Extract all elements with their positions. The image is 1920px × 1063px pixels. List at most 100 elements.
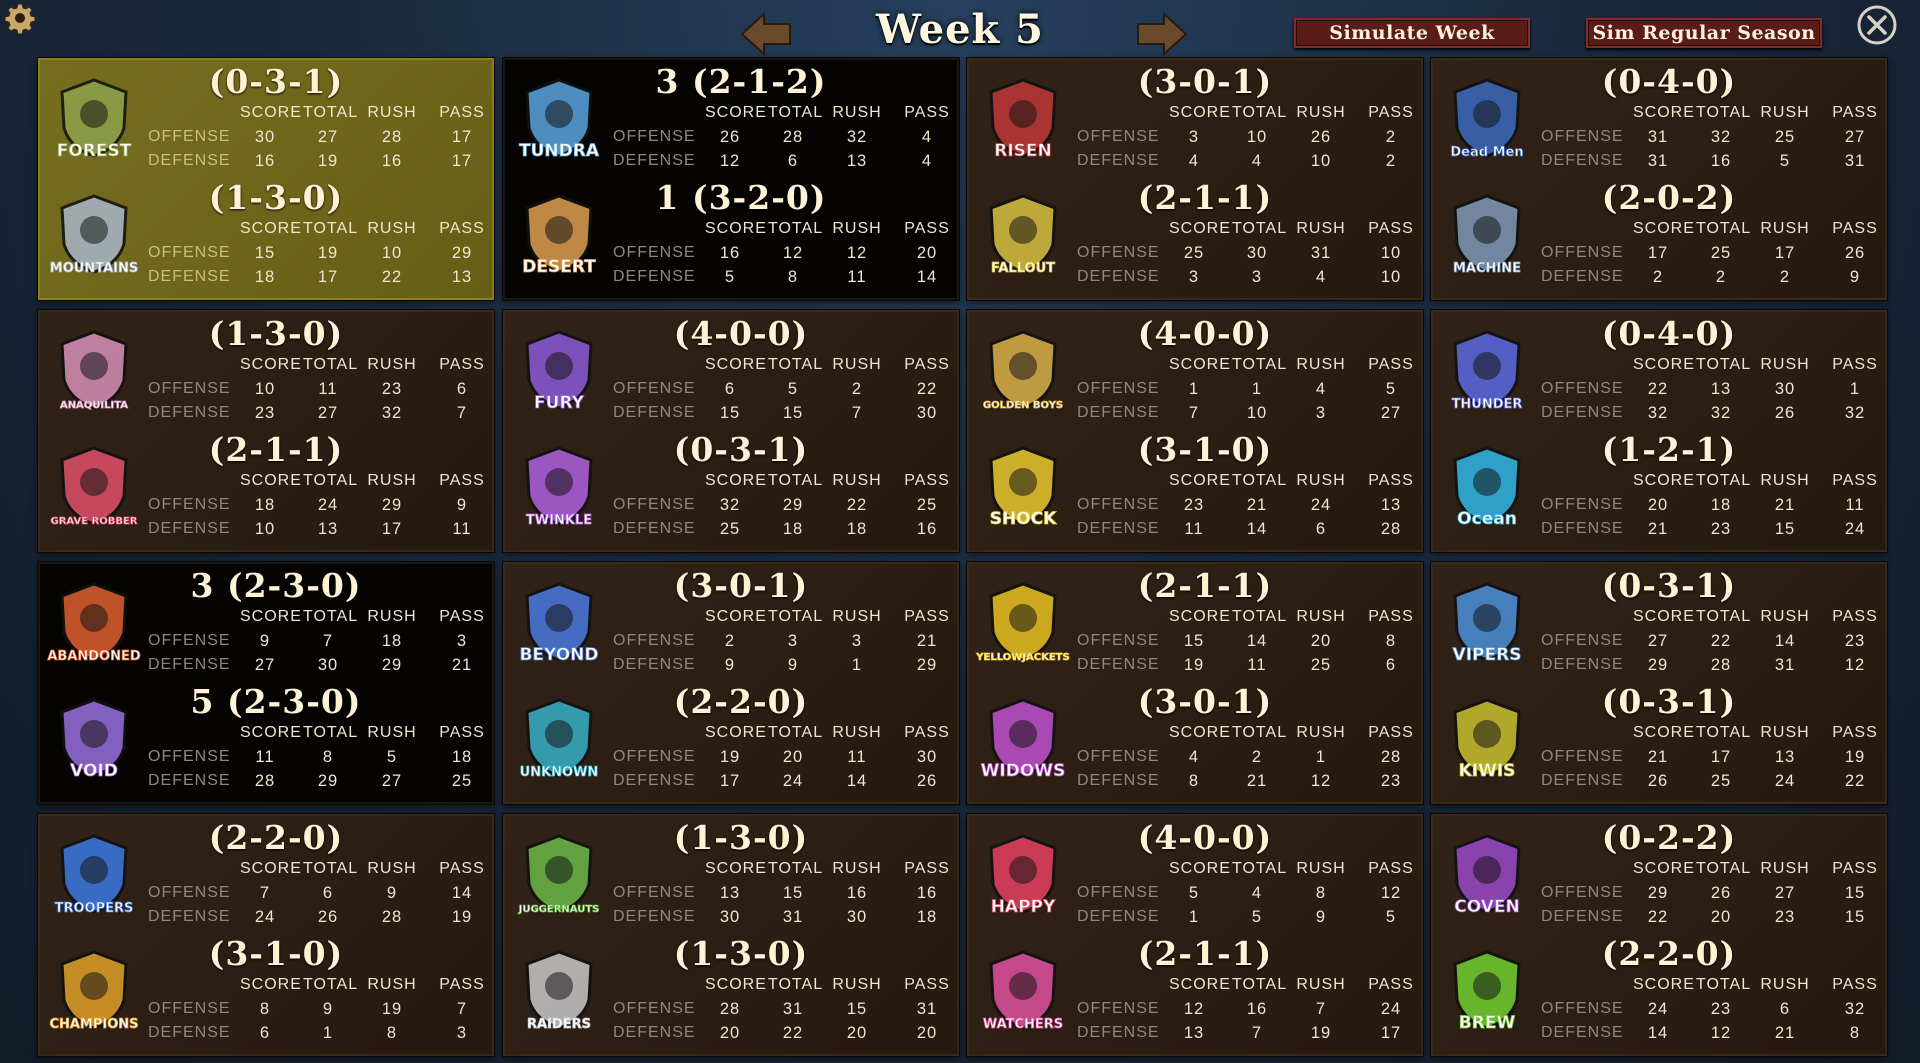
matchup-card[interactable]: FOREST (0-3-1) SCORE TOTAL RUSH PASS OFFENSE 30… — [38, 58, 494, 300]
team-record: (0-3-1) — [1601, 566, 1737, 605]
offense-stat: 22 — [846, 496, 868, 514]
team-panel: VOID 5 (2-3-0) SCORE TOTAL RUSH PASS OFFENSE 11… — [40, 682, 496, 799]
team-panel: JUGGERNAUTS (1-3-0) SCORE TOTAL RUSH PASS OFFE… — [505, 818, 961, 935]
defense-stat: 18 — [782, 520, 804, 538]
offense-stat: 20 — [782, 748, 804, 766]
offense-stat: 7 — [322, 632, 334, 650]
matchup-card[interactable]: GOLDEN BOYS (4-0-0) SCORE TOTAL RUSH PASS OFFE… — [967, 310, 1423, 552]
defense-stat: 24 — [1844, 520, 1866, 538]
stat-header: TOTAL — [1232, 104, 1288, 121]
matchup-card[interactable]: BEYOND (3-0-1) SCORE TOTAL RUSH PASS OFFENSE 2 3… — [503, 562, 959, 804]
stat-header: PASS — [1832, 724, 1878, 741]
offense-stat: 22 — [1710, 632, 1732, 650]
stat-header: TOTAL — [1696, 724, 1752, 741]
team-record: (2-2-0) — [208, 818, 344, 857]
stat-header: RUSH — [1760, 860, 1810, 877]
matchup-card[interactable]: THUNDER (0-4-0) SCORE TOTAL RUSH PASS OFFENSE 2… — [1431, 310, 1887, 552]
offense-stat: 12 — [1380, 884, 1402, 902]
team-panel: FALLOUT (2-1-1) SCORE TOTAL RUSH PASS OFFENSE 2… — [969, 178, 1425, 295]
matchup-card[interactable]: Dead Men (0-4-0) SCORE TOTAL RUSH PASS OFFENSE… — [1431, 58, 1887, 300]
stat-header: RUSH — [367, 472, 417, 489]
previous-week-arrow-icon[interactable] — [738, 10, 794, 58]
stat-header: PASS — [1832, 976, 1878, 993]
offense-stat: 28 — [381, 128, 403, 146]
close-icon[interactable] — [1856, 4, 1898, 46]
stat-header: PASS — [904, 860, 950, 877]
team-logo-icon: TWINKLE — [525, 446, 593, 528]
stat-header: RUSH — [1296, 608, 1346, 625]
stat-header: SCORE — [240, 724, 302, 741]
defense-stat: 20 — [846, 1024, 868, 1042]
settings-gear-icon[interactable] — [4, 2, 36, 34]
defense-stat: 13 — [846, 152, 868, 170]
offense-stat: 4 — [1188, 748, 1200, 766]
matchup-card[interactable]: VIPERS (0-3-1) SCORE TOTAL RUSH PASS OFFENSE 27… — [1431, 562, 1887, 804]
offense-stat: 17 — [1774, 244, 1796, 262]
matchup-card[interactable]: COVEN (0-2-2) SCORE TOTAL RUSH PASS OFFENSE 29 2… — [1431, 814, 1887, 1056]
matchup-card[interactable]: TROOPERS (2-2-0) SCORE TOTAL RUSH PASS OFFENSE… — [38, 814, 494, 1056]
team-logo-icon: VOID — [60, 698, 128, 781]
matchup-card[interactable]: ABANDONED 3 (2-3-0) SCORE TOTAL RUSH PASS OFFE… — [38, 562, 494, 804]
team-name-label: VOID — [70, 761, 118, 781]
stat-header: PASS — [904, 724, 950, 741]
team-record: (4-0-0) — [673, 314, 809, 353]
stat-header: PASS — [904, 472, 950, 489]
offense-stat: 8 — [322, 748, 334, 766]
offense-stat: 32 — [1844, 1000, 1866, 1018]
sim-regular-season-button[interactable]: Sim Regular Season — [1586, 18, 1822, 48]
team-record: (3-0-1) — [673, 566, 809, 605]
offense-stat: 30 — [254, 128, 276, 146]
stat-header: TOTAL — [303, 104, 359, 121]
defense-stat: 32 — [1710, 404, 1732, 422]
team-record: 5 (2-3-0) — [190, 682, 362, 721]
offense-stat: 13 — [1710, 380, 1732, 398]
next-week-arrow-icon[interactable] — [1134, 10, 1190, 58]
team-panel: MOUNTAINS (1-3-0) SCORE TOTAL RUSH PASS OFFENS… — [40, 178, 496, 295]
defense-stat: 24 — [782, 772, 804, 790]
stat-header: RUSH — [1296, 472, 1346, 489]
stat-header: TOTAL — [1232, 608, 1288, 625]
matchup-card[interactable]: FURY (4-0-0) SCORE TOTAL RUSH PASS OFFENSE 6 5 2 2… — [503, 310, 959, 552]
offense-stat: 32 — [1710, 128, 1732, 146]
defense-stat: 24 — [254, 908, 276, 926]
simulate-week-button[interactable]: Simulate Week — [1294, 18, 1530, 48]
defense-stat: 29 — [916, 656, 938, 674]
stat-header: SCORE — [1633, 724, 1695, 741]
matchup-card[interactable]: HAPPY (4-0-0) SCORE TOTAL RUSH PASS OFFENSE 5 4 8… — [967, 814, 1423, 1056]
offense-stat: 31 — [1647, 128, 1669, 146]
offense-stat: 5 — [787, 380, 799, 398]
matchup-card[interactable]: RISEN (3-0-1) SCORE TOTAL RUSH PASS OFFENSE 3 10… — [967, 58, 1423, 300]
stat-header: PASS — [439, 976, 485, 993]
team-record: (2-0-2) — [1601, 178, 1737, 217]
defense-stat: 22 — [782, 1024, 804, 1042]
team-record: (2-1-1) — [1137, 566, 1273, 605]
matchup-card[interactable]: JUGGERNAUTS (1-3-0) SCORE TOTAL RUSH PASS OFFE… — [503, 814, 959, 1056]
defense-stat: 3 — [1251, 268, 1263, 286]
defense-stat: 15 — [719, 404, 741, 422]
top-bar: Week 5 Simulate Week Sim Regular Season — [0, 0, 1920, 58]
defense-stat: 22 — [1844, 772, 1866, 790]
defense-stat: 31 — [1844, 152, 1866, 170]
team-panel: ABANDONED 3 (2-3-0) SCORE TOTAL RUSH PASS OFFE… — [40, 566, 496, 683]
stat-header: SCORE — [705, 860, 767, 877]
defense-stat: 7 — [1251, 1024, 1263, 1042]
stat-header: PASS — [1368, 472, 1414, 489]
stat-header: SCORE — [1633, 608, 1695, 625]
team-record: (1-3-0) — [673, 818, 809, 857]
team-logo-icon: RAIDERS — [525, 950, 593, 1032]
defense-stat: 19 — [1183, 656, 1205, 674]
defense-stat: 20 — [916, 1024, 938, 1042]
defense-stat: 30 — [317, 656, 339, 674]
team-logo-icon: WATCHERS — [982, 950, 1064, 1032]
stat-header: RUSH — [367, 860, 417, 877]
defense-stat: 3 — [1315, 404, 1327, 422]
matchup-card[interactable]: YELLOWJACKETS (2-1-1) SCORE TOTAL RUSH PASS OF… — [967, 562, 1423, 804]
team-panel: THUNDER (0-4-0) SCORE TOTAL RUSH PASS OFFENSE 2… — [1433, 314, 1889, 431]
defense-stat: 17 — [1380, 1024, 1402, 1042]
defense-stat: 16 — [1710, 152, 1732, 170]
defense-stat: 6 — [1315, 520, 1327, 538]
team-logo-icon: FOREST — [56, 78, 132, 161]
matchup-card[interactable]: ANAQUILITA (1-3-0) SCORE TOTAL RUSH PASS OFFEN… — [38, 310, 494, 552]
stat-header: SCORE — [1633, 976, 1695, 993]
matchup-card[interactable]: TUNDRA 3 (2-1-2) SCORE TOTAL RUSH PASS OFFENSE… — [503, 58, 959, 300]
